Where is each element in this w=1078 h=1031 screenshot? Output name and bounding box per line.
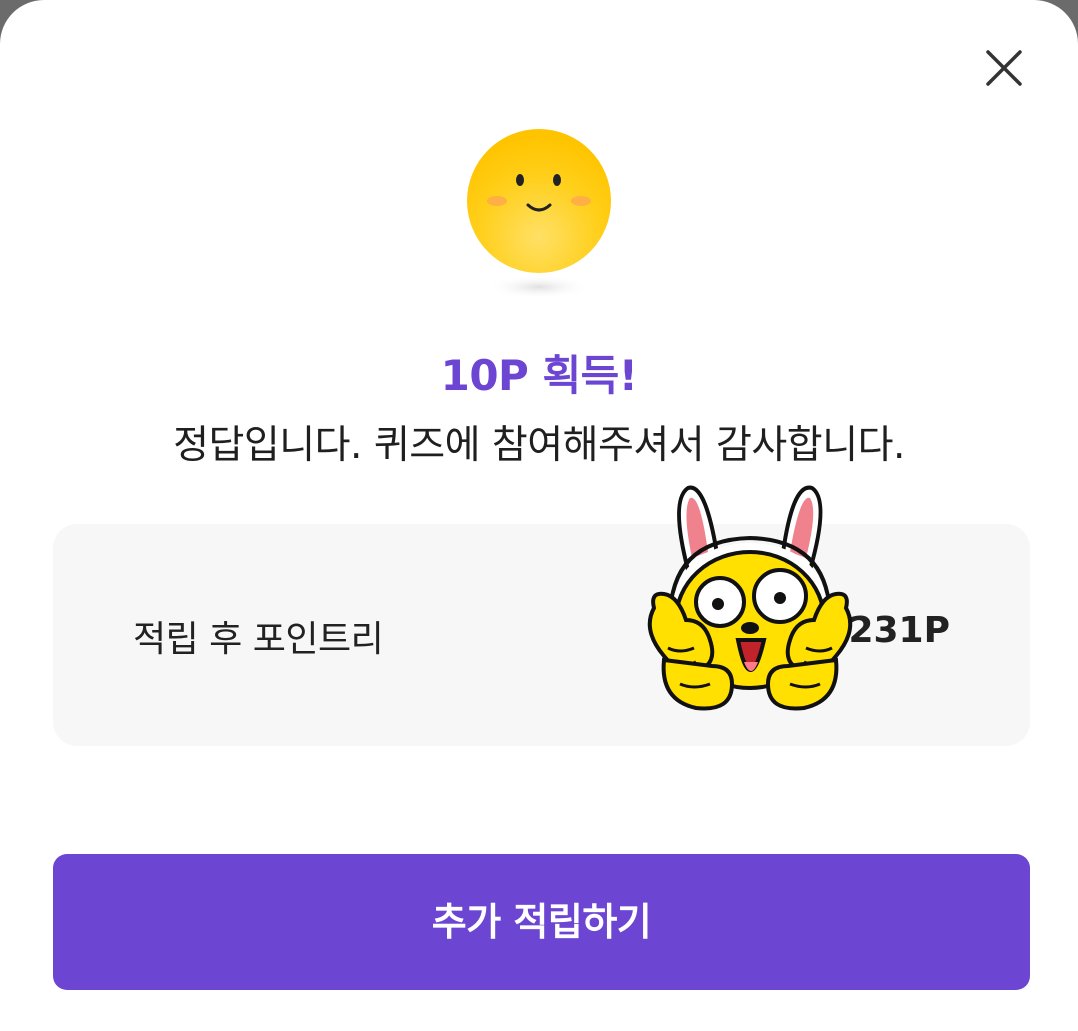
reward-headline: 10P 획득! (440, 351, 638, 400)
close-icon (986, 50, 1022, 86)
close-button[interactable] (976, 40, 1032, 96)
earn-more-button[interactable]: 추가 적립하기 (53, 854, 1030, 990)
bunny-ear-character-sticker (640, 480, 860, 720)
reward-message: 정답입니다. 퀴즈에 참여해주셔서 감사합니다. (173, 423, 905, 468)
points-summary-card: 적립 후 포인트리 1,231P (53, 524, 1030, 746)
smiling-face-icon (462, 125, 616, 305)
points-label: 적립 후 포인트리 (133, 619, 384, 660)
reward-modal: 10P 획득! 정답입니다. 퀴즈에 참여해주셔서 감사합니다. 적립 후 포인… (0, 0, 1078, 1031)
